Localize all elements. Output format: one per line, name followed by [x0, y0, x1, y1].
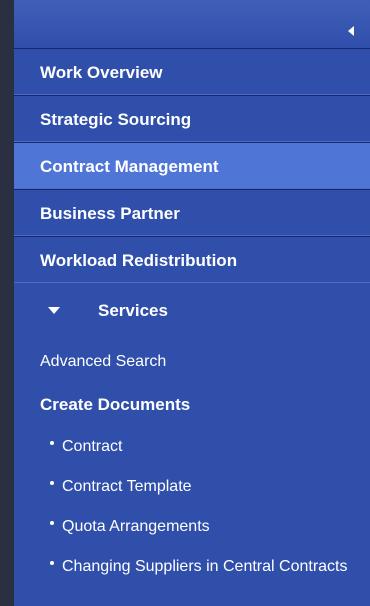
document-link-label: Quota Arrangements [62, 518, 210, 535]
bullet-icon [50, 521, 54, 525]
nav-item-contract-management[interactable]: Contract Management [14, 142, 370, 189]
triangle-down-icon [48, 307, 60, 314]
document-link-quota-arrangements[interactable]: Quota Arrangements [50, 518, 370, 540]
bullet-icon [50, 481, 54, 485]
panel-left-edge [0, 0, 14, 606]
chevron-left-icon[interactable] [348, 26, 354, 36]
document-link-contract[interactable]: Contract [50, 438, 370, 460]
nav-item-business-partner[interactable]: Business Partner [14, 189, 370, 236]
menu-header [14, 0, 370, 48]
document-link-changing-suppliers[interactable]: Changing Suppliers in Central Contracts [50, 558, 370, 580]
nav-item-label: Work Overview [40, 63, 163, 82]
services-section: Services Advanced Search Create Document… [14, 288, 370, 606]
bullet-icon [50, 561, 54, 565]
bullet-icon [50, 441, 54, 445]
nav-item-workload-redistribution[interactable]: Workload Redistribution [14, 236, 370, 283]
services-toggle[interactable]: Services [14, 288, 370, 335]
document-link-contract-template[interactable]: Contract Template [50, 478, 370, 500]
document-link-label: Contract [62, 438, 123, 455]
nav-item-label: Business Partner [40, 204, 180, 223]
services-label: Services [98, 301, 168, 320]
nav-item-label: Contract Management [40, 157, 219, 176]
nav-item-label: Workload Redistribution [40, 251, 238, 270]
detailed-navigation: Work Overview Strategic Sourcing Contrac… [14, 0, 370, 606]
nav-item-work-overview[interactable]: Work Overview [14, 48, 370, 95]
document-link-label: Contract Template [62, 478, 192, 495]
advanced-search-link[interactable]: Advanced Search [40, 353, 166, 371]
document-link-label: Changing Suppliers in Central Contracts [62, 558, 348, 575]
nav-item-label: Strategic Sourcing [40, 110, 192, 129]
navigation-panel: Work Overview Strategic Sourcing Contrac… [0, 0, 370, 606]
nav-item-strategic-sourcing[interactable]: Strategic Sourcing [14, 95, 370, 142]
create-documents-heading: Create Documents [40, 395, 191, 414]
